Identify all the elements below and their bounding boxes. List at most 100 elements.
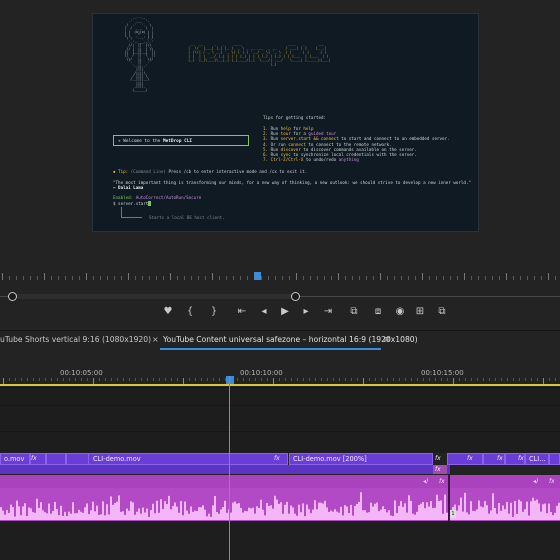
timeline-tick [309, 378, 310, 381]
cursor-icon [148, 201, 152, 206]
waveform-bar [20, 515, 22, 520]
waveform-bar [516, 513, 518, 520]
video-clip[interactable] [66, 453, 90, 465]
compare-icon[interactable]: ⊞ [412, 304, 428, 320]
waveform-bar [166, 504, 168, 520]
video-track-v1-lower[interactable] [0, 465, 450, 474]
ruler-tick [296, 273, 297, 280]
waveform-bar [2, 510, 4, 520]
waveform-bar [366, 512, 368, 520]
zoom-handle-right[interactable] [291, 292, 300, 301]
playhead-line[interactable] [229, 376, 230, 560]
waveform-bar [210, 516, 212, 520]
ruler-tick [408, 276, 409, 280]
waveform-bar [274, 495, 276, 520]
video-clip[interactable]: CLI-demo.mov [200%] [289, 453, 433, 465]
timeline-tick [525, 378, 526, 381]
video-track-v3[interactable] [0, 387, 560, 406]
timecode-label: 00:10:05:00 [60, 369, 103, 377]
ascii-banner: __ __ _ _ ____ ____ _ ___ | \/ |___| |_|… [188, 42, 331, 66]
waveform-bar [428, 506, 430, 520]
fx-badge[interactable]: fx [435, 454, 441, 464]
mark-out-icon[interactable]: } [206, 304, 222, 320]
waveform-bar [204, 509, 206, 520]
close-tab-icon[interactable]: × [152, 330, 159, 350]
active-tab-indicator [160, 348, 381, 350]
timeline-tick [399, 378, 400, 381]
ruler-tick [303, 276, 304, 280]
waveform-bar [10, 504, 12, 520]
waveform-bar [482, 507, 484, 520]
video-clip[interactable]: CLI... [525, 453, 549, 465]
playhead-icon[interactable] [226, 376, 234, 384]
waveform-bar [418, 505, 420, 520]
video-clip[interactable] [447, 453, 483, 465]
waveform-bar [74, 513, 76, 520]
video-clip[interactable] [549, 453, 560, 465]
video-frame[interactable]: .-'''-. .' ___ '. / .' '. \ | / _ _ \ | … [92, 13, 479, 232]
timeline-tick [147, 378, 148, 381]
waveform-bar [534, 500, 536, 520]
empty-audio-track[interactable] [0, 521, 560, 560]
timeline-tick [123, 378, 124, 381]
tab-youtube-sequence[interactable]: YouTube Content universal safezone – hor… [163, 330, 418, 350]
panel-menu-icon[interactable]: ≡ [383, 330, 391, 350]
tips-title: Tips for getting started: [263, 115, 327, 120]
fx-badge[interactable]: fx [518, 454, 524, 464]
zoom-handle-left[interactable] [8, 292, 17, 301]
waveform-bar [158, 512, 160, 520]
go-to-out-icon[interactable]: ⇥ [320, 304, 336, 320]
marker-icon[interactable]: ♥ [160, 304, 176, 320]
waveform-bar [234, 501, 236, 520]
waveform-bar [246, 511, 248, 520]
timeline-tick [297, 378, 298, 381]
video-clip[interactable]: CLI-demo.mov [88, 453, 288, 465]
tip-context: (Command Line) [130, 169, 169, 174]
ruler-tick [373, 276, 374, 280]
fx-badge[interactable]: fx [439, 478, 445, 485]
ruler-tick [177, 276, 178, 280]
fx-badge[interactable]: fx [274, 454, 280, 464]
waveform-bar [344, 505, 346, 520]
video-track-v1-top[interactable] [0, 431, 560, 453]
lift-icon[interactable]: ⧉ [346, 304, 362, 320]
monitor-playhead-icon[interactable] [254, 272, 261, 280]
audio-keyframe-icon[interactable]: ◂) [533, 478, 538, 485]
tab-shorts-sequence[interactable]: uTube Shorts vertical 9:16 (1080x1920) [0, 330, 151, 350]
ruler-tick [93, 276, 94, 280]
fx-badge[interactable]: fx [549, 478, 555, 485]
fx-badge[interactable]: fx [467, 454, 473, 464]
extract-icon[interactable]: ⧈ [370, 304, 386, 320]
audio-keyframe-icon[interactable]: ◂) [423, 478, 428, 485]
work-area-bar[interactable] [0, 384, 560, 386]
waveform-bar [294, 513, 296, 520]
step-forward-icon[interactable]: ▸ [298, 304, 314, 320]
waveform-bar [288, 513, 290, 520]
play-icon[interactable]: ▶ [277, 304, 293, 320]
zoom-scrollbar[interactable] [12, 294, 295, 299]
video-track-v2[interactable] [0, 405, 560, 432]
waveform-bar [506, 501, 508, 520]
timeline-tick [21, 378, 22, 381]
waveform-bar [350, 504, 352, 520]
video-clip[interactable]: o.mov [0, 453, 30, 465]
waveform-bar [322, 503, 324, 520]
go-to-in-icon[interactable]: ⇤ [234, 304, 250, 320]
waveform-bar [306, 504, 308, 520]
fx-badge[interactable]: fx [31, 454, 37, 464]
step-back-icon[interactable]: ◂ [256, 304, 272, 320]
fx-badge[interactable]: fx [435, 465, 441, 474]
fx-badge[interactable]: fx [497, 454, 503, 464]
command-prompt: $ server.start [113, 201, 152, 206]
audio-waveform [0, 492, 560, 520]
waveform-bar [178, 512, 180, 520]
mark-in-icon[interactable]: { [182, 304, 198, 320]
monitor-ruler[interactable] [0, 270, 560, 282]
settings-icon[interactable]: ⧉ [434, 304, 450, 320]
waveform-bar [304, 516, 306, 520]
waveform-bar [38, 507, 40, 520]
video-clip[interactable] [46, 453, 66, 465]
export-frame-icon[interactable]: ◉ [392, 304, 408, 320]
waveform-bar [358, 501, 360, 520]
waveform-bar [542, 504, 544, 520]
